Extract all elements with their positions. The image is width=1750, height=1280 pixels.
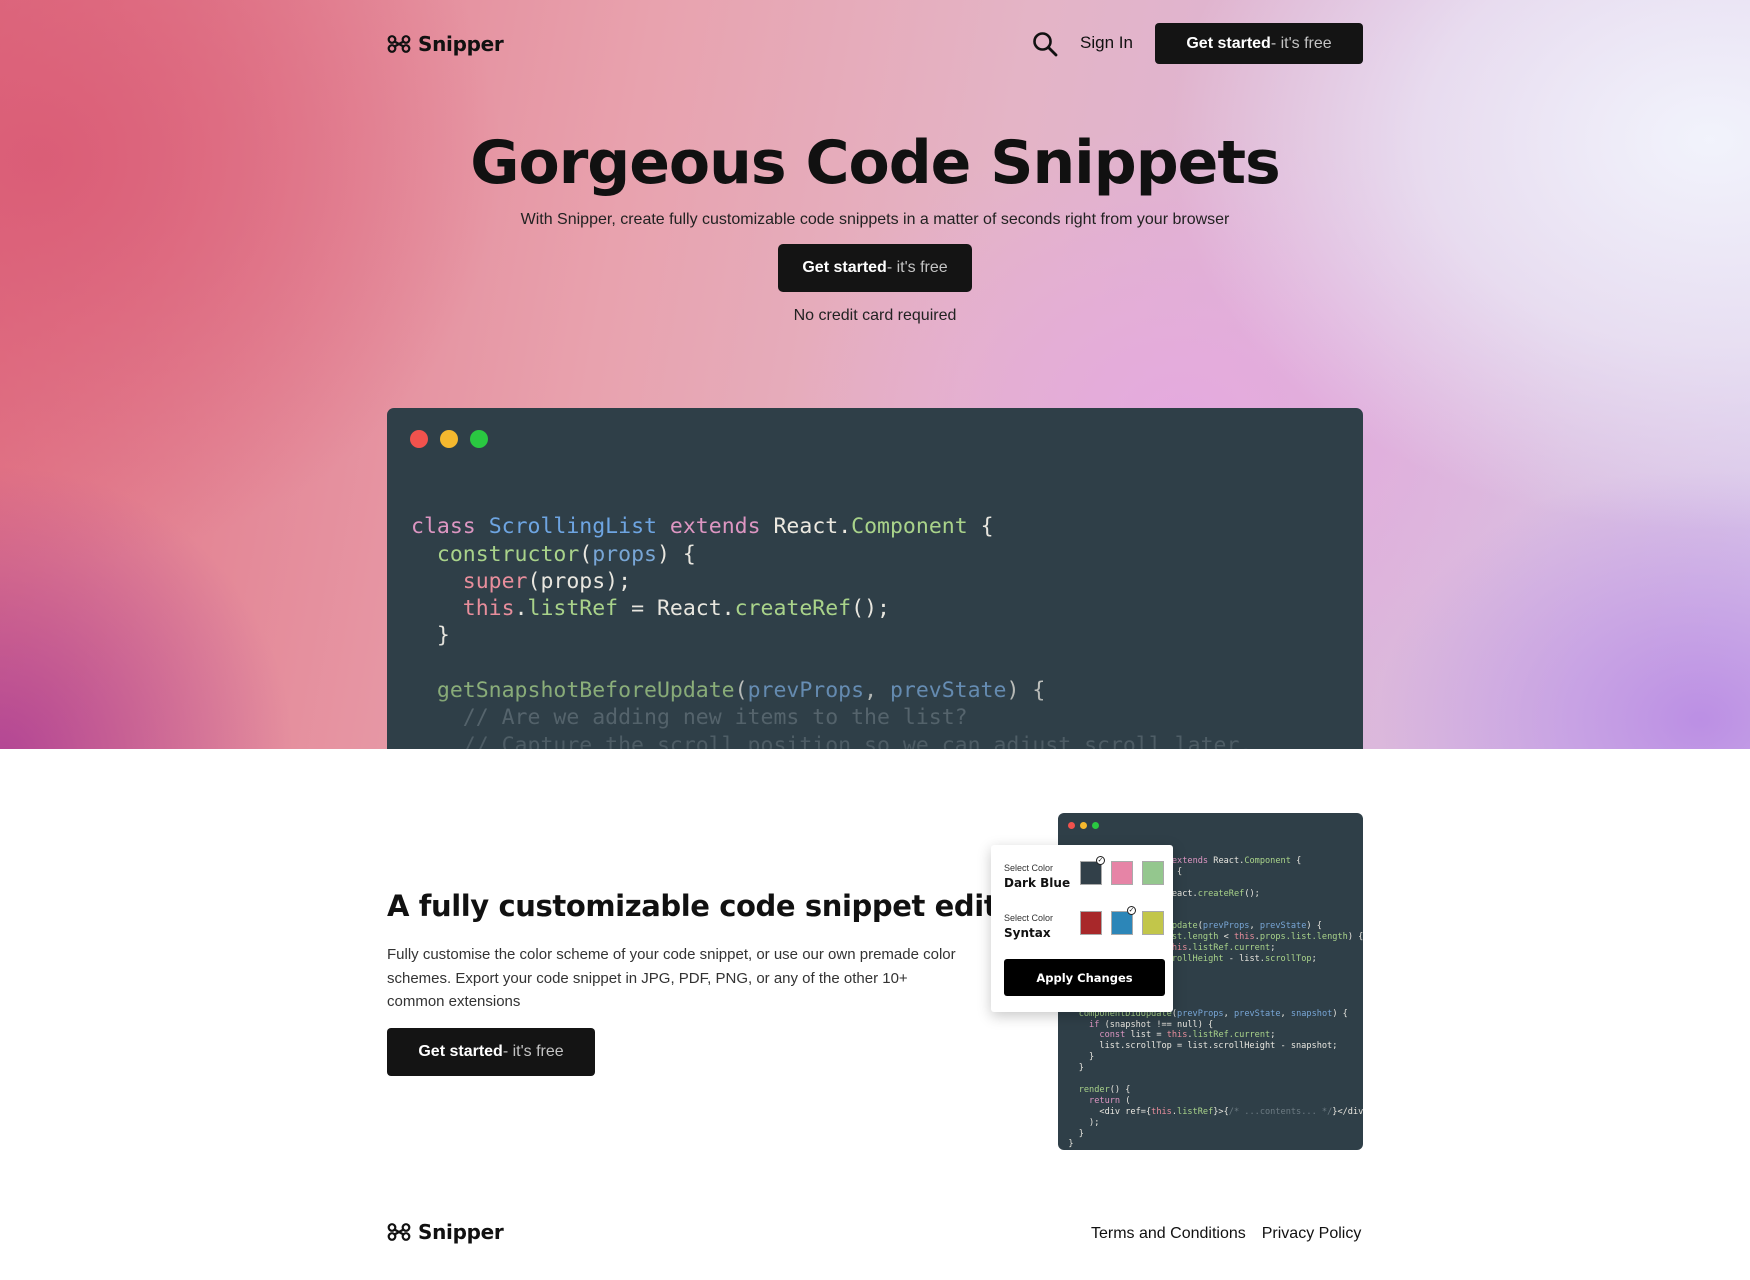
selected-check-icon: ✓ [1096,856,1105,865]
code-line: return ( [1089,1095,1131,1106]
snipper-logo-icon [387,1223,411,1241]
snipper-logo-icon [387,35,411,53]
maximize-dot-icon [1092,822,1099,829]
terms-link[interactable]: Terms and Conditions [1091,1225,1246,1243]
swatch-dark-blue[interactable]: ✓ [1080,856,1105,885]
feature-get-started-button[interactable]: Get started - it's free [387,1028,595,1076]
window-controls [1068,822,1099,829]
swatch-red[interactable] [1080,911,1102,935]
apply-changes-button[interactable]: Apply Changes [1004,959,1165,996]
button-label: Get started [802,259,887,276]
syntax-color-value: Syntax [1004,926,1051,940]
brand-logo[interactable]: Snipper [387,31,504,57]
footer-brand-logo[interactable]: Snipper [387,1219,504,1245]
code-line: constructor(props) { [436,541,696,567]
button-label: Get started [1186,34,1271,52]
background-color-value: Dark Blue [1004,876,1071,890]
search-icon [1033,32,1058,57]
code-line: ); [1058,1117,1100,1128]
button-sublabel: - it's free [886,259,948,276]
search-button[interactable] [1031,30,1059,58]
swatch-blue[interactable]: ✓ [1111,906,1136,935]
button-sublabel: - it's free [502,1043,564,1060]
close-dot-icon [1068,822,1075,829]
select-color-label: Select Color [1004,863,1054,873]
feature-description: Fully customise the color scheme of your… [387,946,956,1010]
swatch-yellow-green[interactable] [1142,911,1164,935]
hero-get-started-button[interactable]: Get started - it's free [778,244,972,292]
top-nav: Snipper Sign In Get started - it's free [387,23,1363,65]
hero-section: Snipper Sign In Get started - it's free … [0,0,1750,749]
code-line: super(props); [462,568,632,594]
code-line: const list = this.listRef.current; [1099,1030,1276,1041]
feature-title: A fully customizable code snippet editor [387,889,1031,923]
sign-in-link[interactable]: Sign In [1080,33,1133,53]
code-line: } [1058,1139,1074,1150]
code-line: list.scrollTop = list.scrollHeight - sna… [1058,1041,1338,1052]
close-dot-icon [410,430,428,448]
code-line: <div ref={this.listRef}>{/* ...contents.… [1058,1106,1363,1117]
code-line: } [1058,1052,1095,1063]
minimize-dot-icon [440,430,458,448]
swatch-pink[interactable] [1111,861,1133,885]
code-line: if (snapshot !== null) { [1089,1019,1214,1030]
code-line: } [411,623,450,649]
code-line: // Are we adding new items to the list? [462,705,968,731]
brand-name: Snipper [418,32,504,56]
code-block: class ScrollingList extends React.Compon… [411,486,1252,749]
privacy-link[interactable]: Privacy Policy [1262,1225,1362,1243]
no-credit-card-note: No credit card required [793,307,957,324]
button-label: Get started [418,1043,503,1060]
code-line: class ScrollingList extends React.Compon… [411,514,994,540]
minimize-dot-icon [1080,822,1087,829]
maximize-dot-icon [470,430,488,448]
section-divider [0,749,1750,757]
hero-title: Gorgeous Code Snippets [470,128,1281,198]
code-line: } [1058,1063,1084,1074]
selected-check-icon: ✓ [1127,906,1136,915]
nav-get-started-button[interactable]: Get started - it's free [1155,23,1363,64]
code-line: render() { [1078,1084,1131,1095]
code-line: this.listRef = React.createRef(); [462,596,890,622]
hero-subtitle: With Snipper, create fully customizable … [520,211,1230,228]
color-picker-panel: Select Color Dark Blue ✓ Select Color Sy… [991,845,1173,1012]
window-controls [410,430,488,448]
select-color-label: Select Color [1004,913,1054,923]
code-line: } [1058,1128,1084,1139]
button-sublabel: - it's free [1270,34,1332,52]
code-line: getSnapshotBeforeUpdate(prevProps, prevS… [436,678,1046,704]
footer-links: Terms and Conditions Privacy Policy [1091,1225,1361,1243]
footer-brand-name: Snipper [418,1220,504,1244]
swatch-green[interactable] [1142,861,1164,885]
code-snippet-window: class ScrollingList extends React.Compon… [387,408,1363,749]
code-line: // Capture the scroll position so we can… [462,732,1253,749]
